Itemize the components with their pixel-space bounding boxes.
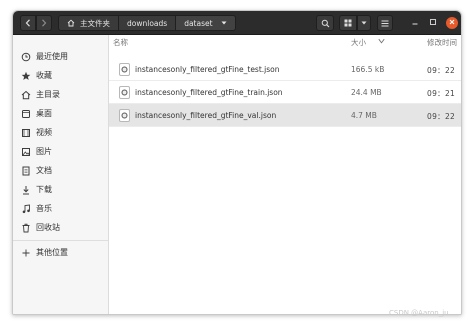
maximize-icon bbox=[429, 18, 437, 28]
view-toggle-button[interactable] bbox=[339, 15, 357, 31]
column-modified-header[interactable]: 修改时间 bbox=[427, 37, 457, 48]
file-size: 166.5 kB bbox=[351, 65, 385, 74]
home-icon bbox=[21, 90, 31, 100]
column-header: 名称 大小 修改时间 bbox=[109, 35, 461, 49]
sidebar-item-label: 文档 bbox=[36, 166, 52, 175]
sidebar-item-videos[interactable]: 视频 bbox=[13, 123, 108, 142]
search-button[interactable] bbox=[316, 15, 334, 31]
sidebar: 最近使用 收藏 主目录 桌面 视频 图片 文档 下载 音乐 回收站 其他位置 bbox=[13, 35, 109, 314]
sidebar-item-downloads[interactable]: 下载 bbox=[13, 180, 108, 199]
table-row[interactable]: instancesonly_filtered_gtFine_train.json… bbox=[109, 81, 461, 104]
file-icon bbox=[119, 63, 130, 76]
minimize-icon bbox=[411, 18, 419, 28]
menu-button[interactable] bbox=[377, 15, 393, 31]
file-name: instancesonly_filtered_gtFine_train.json bbox=[135, 88, 283, 97]
sidebar-item-label: 最近使用 bbox=[36, 52, 68, 61]
file-name: instancesonly_filtered_gtFine_test.json bbox=[135, 65, 280, 74]
column-size-header[interactable]: 大小 bbox=[351, 37, 366, 48]
caret-down-icon bbox=[221, 21, 227, 25]
hamburger-menu-icon bbox=[381, 20, 389, 27]
chevron-left-icon bbox=[25, 19, 31, 27]
breadcrumb-home[interactable]: 主文件夹 bbox=[58, 15, 119, 31]
sidebar-item-label: 回收站 bbox=[36, 223, 60, 232]
header-bar: 主文件夹 downloads dataset bbox=[13, 11, 461, 35]
grid-view-icon bbox=[344, 19, 352, 27]
file-list: 名称 大小 修改时间 instancesonly_filtered_gtFine… bbox=[109, 35, 461, 314]
sidebar-item-label: 主目录 bbox=[36, 90, 60, 99]
music-icon bbox=[21, 203, 31, 214]
sidebar-item-recent[interactable]: 最近使用 bbox=[13, 47, 108, 66]
breadcrumb-label: 主文件夹 bbox=[80, 18, 110, 28]
sidebar-item-other-locations[interactable]: 其他位置 bbox=[13, 243, 108, 262]
close-icon bbox=[448, 18, 456, 28]
table-row-selected[interactable]: instancesonly_filtered_gtFine_val.json 4… bbox=[109, 104, 461, 127]
clock-icon bbox=[21, 52, 31, 62]
file-manager-window: 主文件夹 downloads dataset 最近使用 收藏 主目录 桌面 视频… bbox=[12, 10, 462, 315]
chevron-right-icon bbox=[41, 19, 47, 27]
breadcrumb: 主文件夹 downloads dataset bbox=[58, 15, 236, 31]
close-button[interactable] bbox=[446, 17, 458, 29]
minimize-button[interactable] bbox=[409, 17, 421, 29]
sidebar-item-music[interactable]: 音乐 bbox=[13, 199, 108, 218]
table-row[interactable]: instancesonly_filtered_gtFine_test.json … bbox=[109, 58, 461, 81]
sort-descending-icon[interactable] bbox=[378, 37, 385, 46]
file-size: 4.7 MB bbox=[351, 111, 377, 120]
sidebar-item-documents[interactable]: 文档 bbox=[13, 161, 108, 180]
document-icon bbox=[21, 166, 31, 176]
plus-icon bbox=[21, 248, 31, 258]
sidebar-item-starred[interactable]: 收藏 bbox=[13, 66, 108, 85]
sidebar-item-pictures[interactable]: 图片 bbox=[13, 142, 108, 161]
file-size: 24.4 MB bbox=[351, 88, 382, 97]
sidebar-divider bbox=[13, 240, 108, 241]
image-icon bbox=[21, 147, 31, 157]
file-icon bbox=[119, 86, 130, 99]
breadcrumb-dataset[interactable]: dataset bbox=[175, 15, 236, 31]
file-modified: 09：22 bbox=[427, 66, 456, 75]
forward-button[interactable] bbox=[36, 15, 52, 31]
desktop-icon bbox=[21, 109, 31, 119]
column-name-header[interactable]: 名称 bbox=[113, 37, 128, 48]
back-button[interactable] bbox=[20, 15, 36, 31]
sidebar-item-label: 图片 bbox=[36, 147, 52, 156]
breadcrumb-label: downloads bbox=[127, 18, 168, 28]
home-icon bbox=[67, 19, 75, 27]
sidebar-item-label: 其他位置 bbox=[36, 248, 68, 257]
file-modified: 09：22 bbox=[427, 112, 456, 121]
sidebar-item-desktop[interactable]: 桌面 bbox=[13, 104, 108, 123]
breadcrumb-downloads[interactable]: downloads bbox=[118, 15, 177, 31]
file-icon bbox=[119, 109, 130, 122]
view-options-dropdown[interactable] bbox=[357, 15, 371, 31]
breadcrumb-label: dataset bbox=[184, 18, 213, 28]
sidebar-item-trash[interactable]: 回收站 bbox=[13, 218, 108, 237]
trash-icon bbox=[21, 223, 31, 233]
search-icon bbox=[321, 19, 330, 28]
video-icon bbox=[21, 128, 31, 138]
sidebar-item-label: 下载 bbox=[36, 185, 52, 194]
caret-down-icon bbox=[361, 21, 367, 25]
file-name: instancesonly_filtered_gtFine_val.json bbox=[135, 111, 277, 120]
sidebar-item-home[interactable]: 主目录 bbox=[13, 85, 108, 104]
sidebar-item-label: 音乐 bbox=[36, 204, 52, 213]
file-modified: 09：21 bbox=[427, 89, 456, 98]
sidebar-item-label: 视频 bbox=[36, 128, 52, 137]
sidebar-item-label: 桌面 bbox=[36, 109, 52, 118]
download-icon bbox=[21, 185, 31, 195]
watermark-text: CSDN @Aaron_ju bbox=[389, 309, 449, 317]
star-icon bbox=[21, 71, 31, 81]
maximize-button[interactable] bbox=[427, 17, 439, 29]
sidebar-item-label: 收藏 bbox=[36, 71, 52, 80]
